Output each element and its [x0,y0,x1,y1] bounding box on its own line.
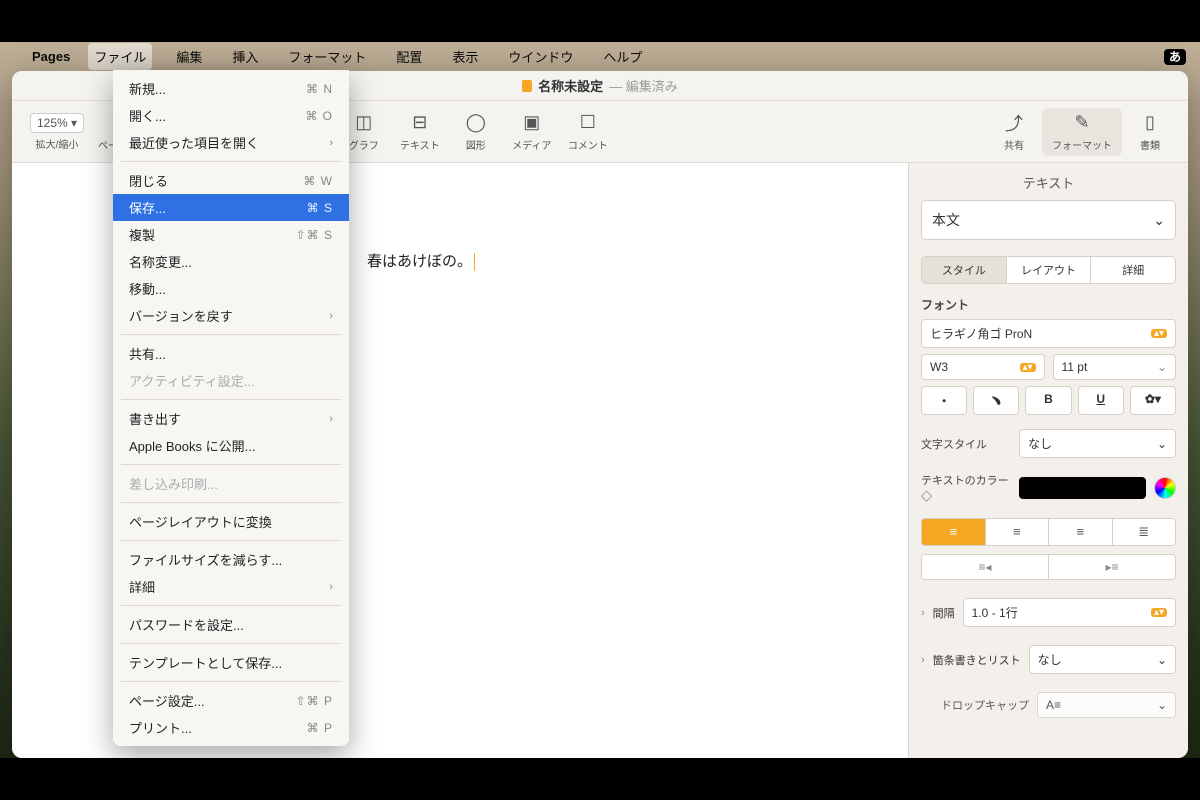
app-name[interactable]: Pages [32,49,70,64]
align-left-button[interactable]: ≡ [922,519,985,545]
ime-indicator[interactable]: あ [1164,49,1186,65]
tb-format[interactable]: ✎フォーマット [1042,108,1122,156]
file-menu-item[interactable]: 保存...⌘ S [113,194,349,221]
menu-edit[interactable]: 編集 [170,43,208,70]
stepper-icon[interactable]: ▴▾ [1151,329,1167,338]
document-title[interactable]: 名称未設定 [538,76,603,95]
bold-button[interactable]: B [1025,386,1071,415]
tb-share[interactable]: ⤴共有 [986,112,1042,152]
align-justify-button[interactable]: ≣ [1112,519,1176,545]
file-menu-item[interactable]: ページレイアウトに変換 [113,508,349,535]
text-cursor [474,253,475,271]
tb-comment[interactable]: ☐コメント [560,112,616,152]
file-menu-item[interactable]: バージョンを戻す› [113,302,349,329]
tb-media[interactable]: ▣メディア [504,112,560,152]
font-family-select[interactable]: ヒラギノ角ゴ ProN▴▾ [921,319,1176,348]
file-menu-item[interactable]: 移動... [113,275,349,302]
char-style-select[interactable]: なし⌄ [1019,429,1176,458]
bullets-select[interactable]: なし⌄ [1029,645,1176,674]
align-right-button[interactable]: ≡ [1048,519,1112,545]
tab-more[interactable]: 詳細 [1090,257,1175,283]
text-color-label: テキストのカラー ◇ [921,472,1011,504]
file-menu-item[interactable]: ページ設定...⇧⌘ P [113,687,349,714]
dropcap-select[interactable]: A≡⌄ [1037,692,1176,718]
menu-format[interactable]: フォーマット [282,43,372,70]
file-menu-dropdown[interactable]: 新規...⌘ N開く...⌘ O最近使った項目を開く› 閉じる⌘ W保存...⌘ … [113,70,349,746]
file-menu-item[interactable]: ファイルサイズを減らす... [113,546,349,573]
color-wheel-icon[interactable] [1154,477,1176,499]
font-size-field[interactable]: 11 pt⌄ [1053,354,1177,380]
file-menu-item[interactable]: Apple Books に公開... [113,432,349,459]
menu-help[interactable]: ヘルプ [597,43,648,70]
menu-file[interactable]: ファイル [88,43,152,70]
btn-dot[interactable]: ・ [921,386,967,415]
alignment-segmented[interactable]: ≡ ≡ ≡ ≣ [921,518,1176,546]
tb-document[interactable]: ▯書類 [1122,112,1178,152]
format-inspector: テキスト 本文⌄ スタイル レイアウト 詳細 フォント ヒラギノ角ゴ ProN▴… [908,163,1188,758]
file-menu-item[interactable]: 閉じる⌘ W [113,167,349,194]
menu-arrange[interactable]: 配置 [390,43,428,70]
tab-layout[interactable]: レイアウト [1006,257,1091,283]
file-menu-item[interactable]: テンプレートとして保存... [113,649,349,676]
zoom-control[interactable]: 125% ▾ 拡大/縮小 [22,113,92,151]
char-style-label: 文字スタイル [921,436,1011,452]
font-weight-select[interactable]: W3▴▾ [921,354,1045,380]
file-menu-item[interactable]: 名称変更... [113,248,349,275]
document-text[interactable]: 春はあけぼの。 [367,250,475,271]
disclosure-icon[interactable]: › [921,607,925,619]
chevron-down-icon: ⌄ [1153,212,1165,229]
spacing-select[interactable]: 1.0 - 1行▴▾ [963,598,1176,627]
file-menu-item[interactable]: 最近使った項目を開く› [113,129,349,156]
text-color-swatch[interactable] [1019,477,1146,499]
file-menu-item[interactable]: 詳細› [113,573,349,600]
inspector-tabs[interactable]: スタイル レイアウト 詳細 [921,256,1176,284]
stepper-icon[interactable]: ▴▾ [1020,363,1036,372]
dropcap-label: ドロップキャップ [941,697,1029,713]
align-center-button[interactable]: ≡ [985,519,1049,545]
file-menu-item[interactable]: プリント...⌘ P [113,714,349,741]
file-menu-item[interactable]: 書き出す› [113,405,349,432]
file-menu-item[interactable]: 新規...⌘ N [113,75,349,102]
underline-button[interactable]: U [1078,386,1124,415]
menu-window[interactable]: ウインドウ [502,43,579,70]
font-section-label: フォント [921,296,1176,313]
tb-text[interactable]: ⊟テキスト [392,112,448,152]
indent-segmented[interactable]: ≡◂ ▸≡ [921,554,1176,580]
bullets-label: 箇条書きとリスト [933,652,1021,668]
spacing-label: 間隔 [933,605,955,621]
file-menu-item: アクティビティ設定... [113,367,349,394]
outdent-button[interactable]: ≡◂ [922,555,1048,579]
tab-style[interactable]: スタイル [922,257,1006,283]
disclosure-icon[interactable]: › [921,654,925,666]
tb-shape[interactable]: ◯図形 [448,112,504,152]
paragraph-style-select[interactable]: 本文⌄ [921,200,1176,240]
file-menu-item: 差し込み印刷... [113,470,349,497]
file-menu-item[interactable]: 共有... [113,340,349,367]
document-icon [522,80,532,92]
file-menu-item[interactable]: パスワードを設定... [113,611,349,638]
inspector-title: テキスト [909,163,1188,200]
indent-button[interactable]: ▸≡ [1048,555,1175,579]
edited-indicator: — 編集済み [609,76,678,95]
btn-accent[interactable]: ﹅ [973,386,1019,415]
file-menu-item[interactable]: 複製⇧⌘ S [113,221,349,248]
menu-insert[interactable]: 挿入 [226,43,264,70]
file-menu-item[interactable]: 開く...⌘ O [113,102,349,129]
menu-view[interactable]: 表示 [446,43,484,70]
gear-button[interactable]: ✿▾ [1130,386,1176,415]
menubar: Pages ファイル 編集 挿入 フォーマット 配置 表示 ウインドウ ヘルプ … [0,42,1200,70]
